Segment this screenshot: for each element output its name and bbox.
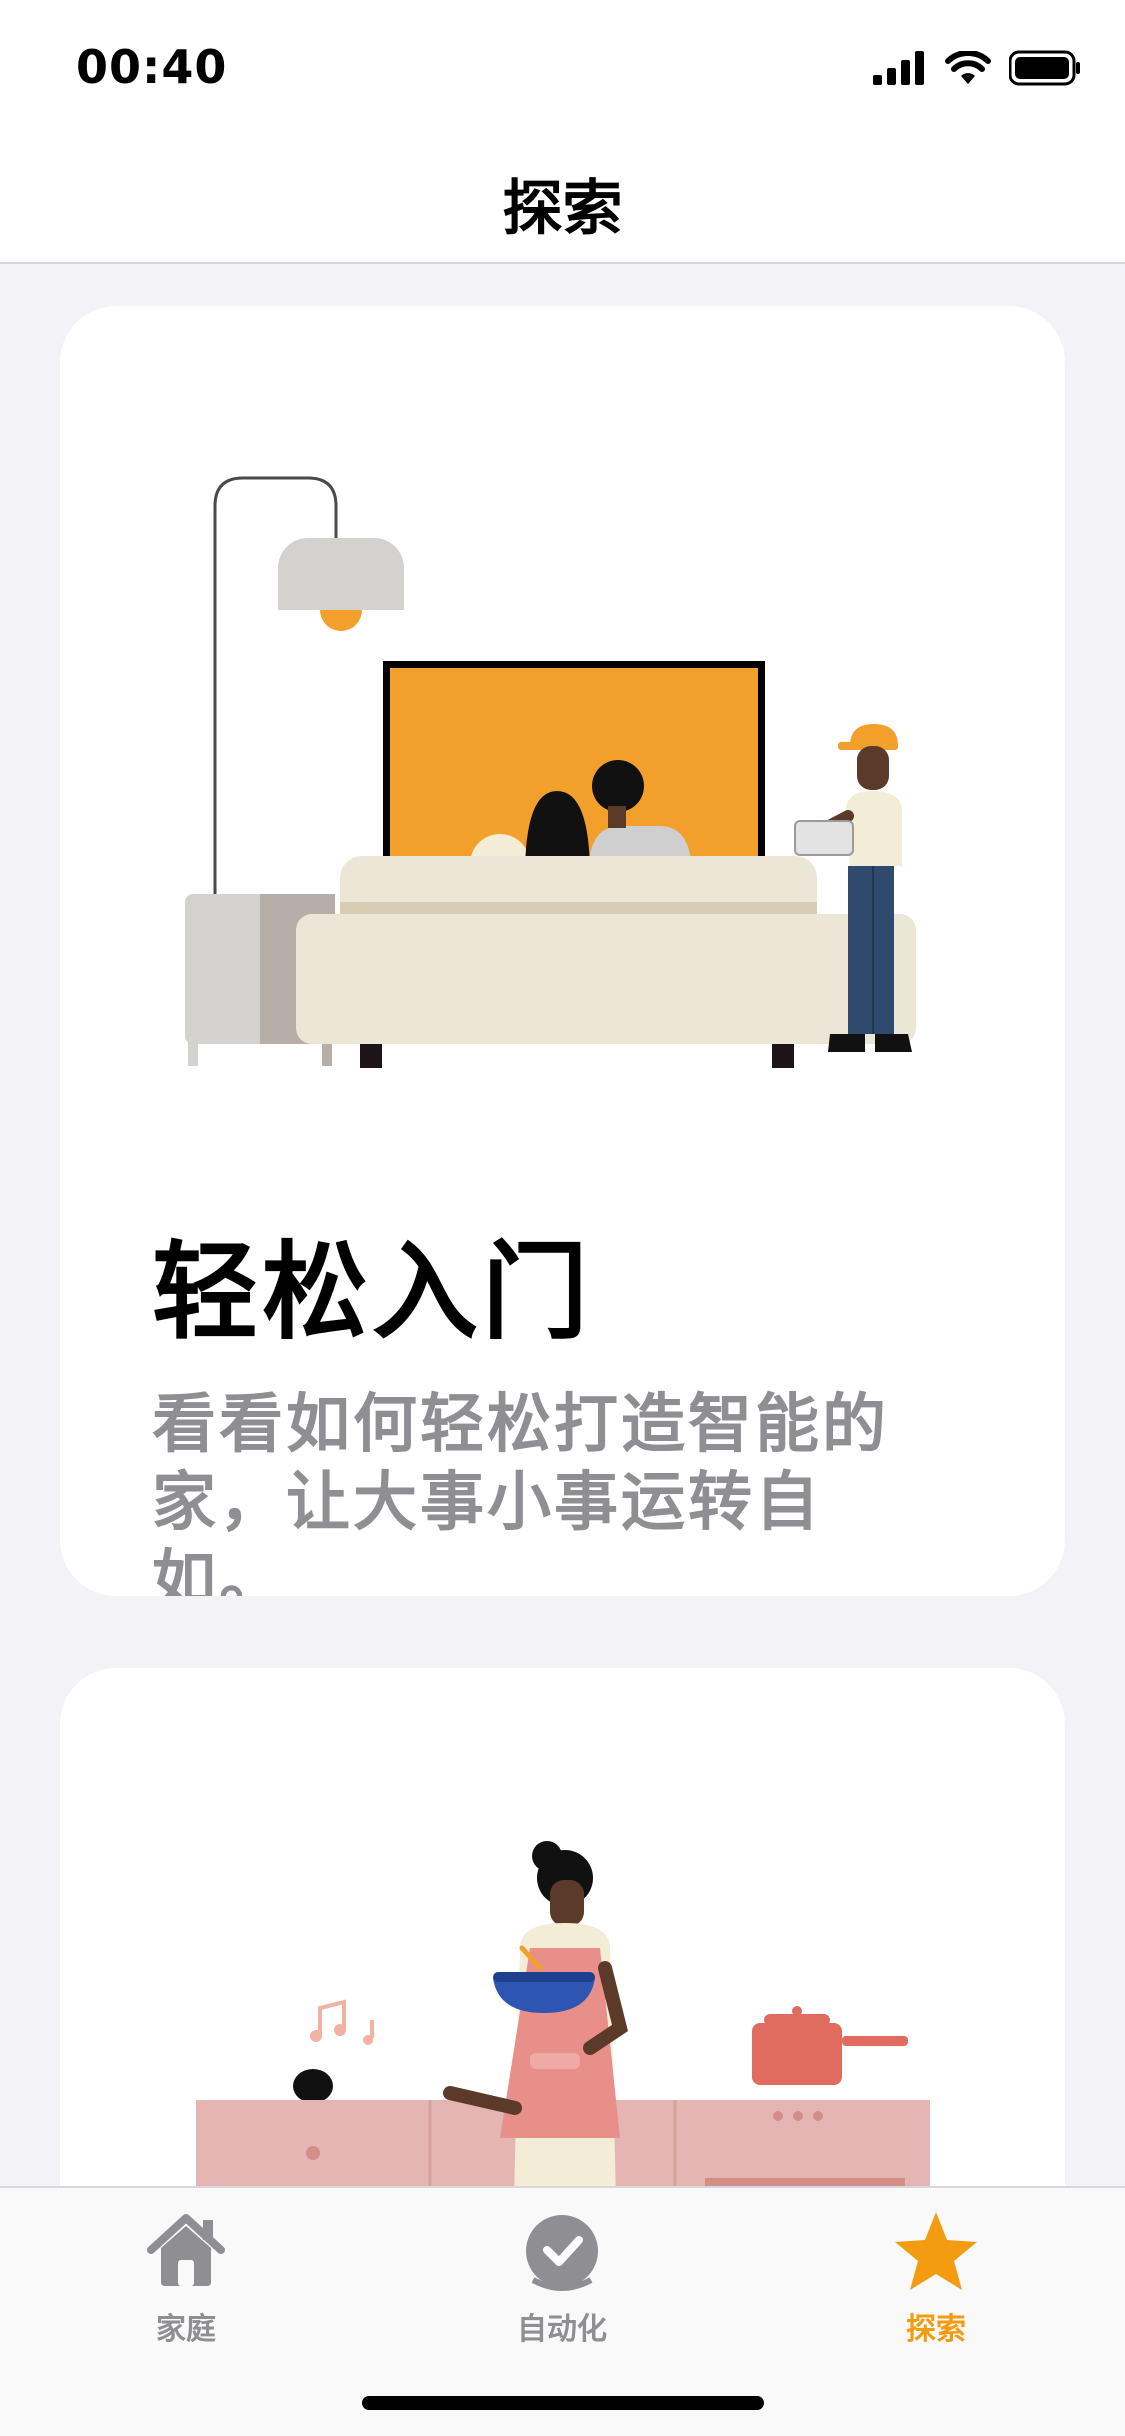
tab-explore-label: 探索 [906,2312,966,2347]
explore-scroll[interactable]: 轻松入门 看看如何轻松打造智能的家，让大事小事运转自如。 [0,266,1125,2186]
wifi-icon [945,51,991,84]
tab-home-label: 家庭 [156,2312,216,2347]
status-icons [873,48,1081,88]
tab-explore[interactable]: 探索 [826,2206,1046,2348]
status-time: 00:40 [76,40,228,94]
nav-bar: 探索 [0,132,1125,264]
card-subtitle: 看看如何轻松打造智能的家，让大事小事运转自如。 [152,1388,889,1596]
clock-check-icon [526,2215,598,2291]
house-icon [147,2214,225,2286]
home-indicator[interactable] [362,2396,764,2410]
star-icon [895,2212,977,2290]
cellular-signal-icon [873,51,924,85]
kitchen-cooking-illustration [196,1841,930,2186]
page-title: 探索 [502,174,623,244]
cooking-card[interactable] [60,1668,1065,2186]
tab-home[interactable]: 家庭 [76,2206,296,2348]
living-room-illustration [185,476,916,1068]
card-title: 轻松入门 [152,1231,592,1354]
tab-automation-label: 自动化 [517,2312,607,2347]
tab-automation[interactable]: 自动化 [452,2206,672,2348]
status-bar: 00:40 [0,0,1125,132]
getting-started-card[interactable]: 轻松入门 看看如何轻松打造智能的家，让大事小事运转自如。 [60,306,1065,1596]
battery-icon [1009,50,1080,86]
